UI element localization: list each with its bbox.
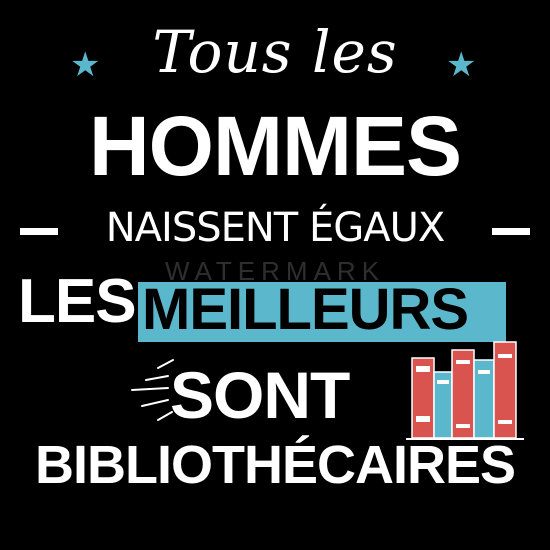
headline-tous-les: Tous les: [152, 18, 398, 86]
headline-sont: SONT: [170, 358, 350, 432]
headline-hommes: HOMMES: [89, 99, 462, 193]
dash-left: [20, 228, 58, 235]
headline-meilleurs: MEILLEURS: [142, 277, 469, 342]
sparkle-lines-icon: [131, 359, 174, 421]
headline-naissent-egaux: NAISSENT ÉGAUX: [105, 205, 446, 251]
books-illustration: [406, 341, 524, 440]
headline-les: LES: [18, 267, 137, 336]
dash-right: [492, 228, 530, 235]
headline-bibliothecaires: BIBLIOTHÉCAIRES: [34, 435, 516, 495]
